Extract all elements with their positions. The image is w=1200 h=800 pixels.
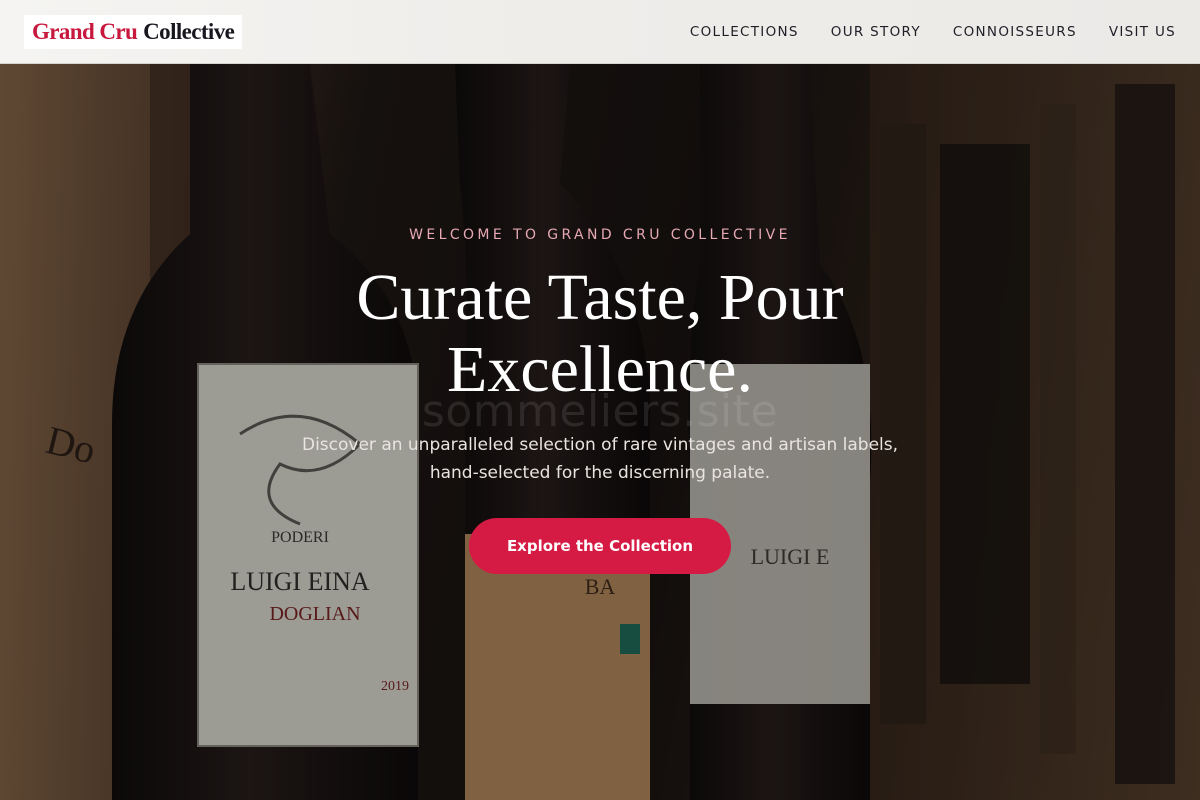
brand-name-accent: Grand Cru	[32, 19, 138, 44]
nav-item-our-story: OUR STORY	[831, 23, 921, 41]
nav-item-connoisseurs: CONNOISSEURS	[953, 23, 1077, 41]
main-nav: COLLECTIONS OUR STORY CONNOISSEURS VISIT…	[658, 0, 1176, 64]
nav-item-visit-us: VISIT US	[1109, 23, 1176, 41]
brand-name-main: Collective	[143, 19, 235, 44]
explore-collection-button[interactable]: Explore the Collection	[469, 518, 731, 574]
hero-headline: Curate Taste, Pour Excellence.	[356, 261, 844, 406]
brand-logo[interactable]: Grand Cru Collective	[24, 15, 243, 49]
nav-link-visit-us[interactable]: VISIT US	[1109, 24, 1176, 40]
nav-link-connoisseurs[interactable]: CONNOISSEURS	[953, 24, 1077, 40]
hero-content: WELCOME TO GRAND CRU COLLECTIVE Curate T…	[0, 64, 1200, 800]
nav-link-our-story[interactable]: OUR STORY	[831, 24, 921, 40]
nav-item-collections: COLLECTIONS	[690, 23, 799, 41]
hero-eyebrow: WELCOME TO GRAND CRU COLLECTIVE	[409, 227, 791, 243]
site-header: Grand Cru Collective COLLECTIONS OUR STO…	[0, 0, 1200, 64]
watermark-text: sommeliers.site	[421, 386, 779, 437]
nav-link-collections[interactable]: COLLECTIONS	[690, 24, 799, 40]
hero-subhead: Discover an unparalleled selection of ra…	[301, 435, 899, 483]
